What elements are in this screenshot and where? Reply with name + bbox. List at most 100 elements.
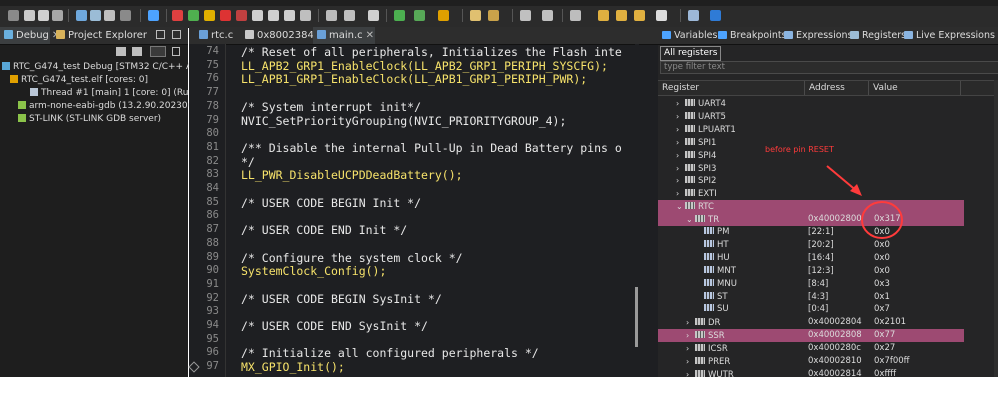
register-row[interactable]: › SPI3 xyxy=(658,162,964,175)
open-element-icon[interactable] xyxy=(488,10,499,21)
chevron-right-icon[interactable]: › xyxy=(686,355,695,368)
register-row[interactable]: › EXTI xyxy=(658,187,964,200)
editor-scroll-thumb[interactable] xyxy=(635,287,638,347)
register-value[interactable]: 0x1 xyxy=(874,291,890,304)
col-address[interactable]: Address xyxy=(805,81,869,95)
chevron-right-icon[interactable]: › xyxy=(686,329,695,342)
info-icon[interactable] xyxy=(710,10,721,21)
register-value[interactable]: 0x77 xyxy=(874,329,895,342)
chevron-right-icon[interactable]: › xyxy=(676,123,685,136)
code-line[interactable]: LL_PWR_DisableUCPDDeadBattery(); xyxy=(241,168,463,182)
register-value[interactable]: 0x3 xyxy=(874,278,890,291)
chevron-right-icon[interactable]: › xyxy=(676,187,685,200)
register-value[interactable]: 0x7 xyxy=(874,303,890,316)
tab-variables[interactable]: Variables xyxy=(662,27,717,44)
code-line[interactable]: LL_APB1_GRP1_EnableClock(LL_APB1_GRP1_PE… xyxy=(241,72,587,86)
run-icon[interactable] xyxy=(414,10,425,21)
forward-icon[interactable] xyxy=(656,10,667,21)
register-value[interactable]: 0x2101 xyxy=(874,316,906,329)
tab-disassembly[interactable]: 0x8002384 xyxy=(241,27,314,44)
code-line[interactable]: LL_APB2_GRP1_EnableClock(LL_APB2_GRP1_PE… xyxy=(241,59,608,73)
suspend-icon[interactable] xyxy=(204,10,215,21)
register-row[interactable]: MNU [8:4] 0x3 xyxy=(658,278,964,291)
register-row[interactable]: ⌄ RTC xyxy=(658,200,964,214)
settings-icon[interactable] xyxy=(132,47,142,56)
register-row[interactable]: › PRER 0x40002810 0x7f00ff xyxy=(658,355,964,368)
chevron-down-icon[interactable]: ⌄ xyxy=(676,200,685,213)
minimize-icon[interactable] xyxy=(156,30,165,39)
all-registers-tab[interactable]: All registers xyxy=(660,46,722,61)
chevron-right-icon[interactable]: › xyxy=(686,342,695,355)
close-icon[interactable]: ✕ xyxy=(366,30,374,41)
code-line[interactable]: MX_GPIO_Init(); xyxy=(241,360,345,374)
terminate-relaunch-icon[interactable] xyxy=(172,10,183,21)
save-all-icon[interactable] xyxy=(52,10,63,21)
debug-launch-item[interactable]: RTC_G474_test Debug [STM32 C/C++ Appli xyxy=(2,61,209,73)
restart-icon[interactable] xyxy=(326,10,337,21)
register-row[interactable]: › LPUART1 xyxy=(658,123,964,136)
tab-main-c[interactable]: main.c ✕ xyxy=(313,27,375,44)
build-all-icon[interactable] xyxy=(90,10,101,21)
code-line[interactable]: NVIC_SetPriorityGrouping(NVIC_PRIORITYGR… xyxy=(241,114,566,128)
register-row[interactable]: PM [22:1] 0x0 xyxy=(658,226,964,239)
skip-breakpoints-icon[interactable] xyxy=(148,10,159,21)
step-over-icon[interactable] xyxy=(268,10,279,21)
instruction-step-icon[interactable] xyxy=(300,10,311,21)
disconnect-icon[interactable] xyxy=(236,10,247,21)
register-value[interactable]: 0x27 xyxy=(874,342,895,355)
chevron-down-icon[interactable]: ⌄ xyxy=(686,213,695,226)
register-row[interactable]: HT [20:2] 0x0 xyxy=(658,239,964,252)
register-value[interactable]: 0x7f00ff xyxy=(874,355,910,368)
chevron-right-icon[interactable]: › xyxy=(676,110,685,123)
maximize-icon[interactable] xyxy=(172,30,181,39)
debug-stlink-item[interactable]: ST-LINK (ST-LINK GDB server) xyxy=(18,113,161,125)
step-into-icon[interactable] xyxy=(252,10,263,21)
register-row[interactable]: MNT [12:3] 0x0 xyxy=(658,265,964,278)
toggle-mark-icon[interactable] xyxy=(520,10,531,21)
debug-config-icon[interactable] xyxy=(120,10,131,21)
register-row[interactable]: › SPI2 xyxy=(658,174,964,187)
external-tools-icon[interactable] xyxy=(438,10,449,21)
tab-project-explorer[interactable]: Project Explorer xyxy=(52,27,147,44)
register-value[interactable]: 0x317 xyxy=(874,213,901,226)
register-row[interactable]: ST [4:3] 0x1 xyxy=(658,291,964,304)
register-scrollbar[interactable] xyxy=(994,80,998,377)
run-dropdown-icon[interactable] xyxy=(8,10,19,21)
forward-edit-icon[interactable] xyxy=(616,10,627,21)
register-value[interactable]: 0x0 xyxy=(874,265,890,278)
build-icon[interactable] xyxy=(76,10,87,21)
new-icon[interactable] xyxy=(24,10,35,21)
perspective-icon[interactable] xyxy=(688,10,699,21)
save-icon[interactable] xyxy=(38,10,49,21)
register-row[interactable]: HU [16:4] 0x0 xyxy=(658,252,964,265)
view-menu-icon[interactable] xyxy=(172,47,180,56)
filter-input[interactable]: type filter text xyxy=(660,61,998,74)
register-row[interactable]: › ICSR 0x4000280c 0x27 xyxy=(658,342,964,355)
register-row[interactable]: › DR 0x40002804 0x2101 xyxy=(658,316,964,329)
back-icon[interactable] xyxy=(598,10,609,21)
code-line[interactable]: /* Initialize all configured peripherals… xyxy=(241,346,539,360)
tab-debug[interactable]: Debug✕ xyxy=(0,27,60,44)
annotation-nav-icon[interactable] xyxy=(542,10,553,21)
register-row[interactable]: ⌄ TR 0x40002800 0x317 xyxy=(658,213,964,227)
chevron-right-icon[interactable]: › xyxy=(676,97,685,110)
chevron-right-icon[interactable]: › xyxy=(676,149,685,162)
step-return-icon[interactable] xyxy=(284,10,295,21)
clean-icon[interactable] xyxy=(104,10,115,21)
resume-icon[interactable] xyxy=(188,10,199,21)
step-filter-icon[interactable] xyxy=(150,46,166,57)
col-value[interactable]: Value xyxy=(869,81,961,95)
register-value[interactable]: 0x0 xyxy=(874,226,890,239)
code-line[interactable]: /* Reset of all peripherals, Initializes… xyxy=(241,45,622,59)
debug-thread-item[interactable]: Thread #1 [main] 1 [core: 0] (Running xyxy=(30,87,214,99)
tab-registers[interactable]: Registers xyxy=(850,27,906,44)
code-line[interactable]: /* Configure the system clock */ xyxy=(241,251,463,265)
chevron-right-icon[interactable]: › xyxy=(676,136,685,149)
reset-chip-icon[interactable] xyxy=(344,10,355,21)
code-line[interactable]: /** Disable the internal Pull-Up in Dead… xyxy=(241,141,622,155)
pin-editor-icon[interactable] xyxy=(570,10,581,21)
register-row[interactable]: › UART5 xyxy=(658,110,964,123)
terminate-icon[interactable] xyxy=(220,10,231,21)
debug-elf-item[interactable]: RTC_G474_test.elf [cores: 0] xyxy=(10,74,148,86)
code-line[interactable]: /* USER CODE BEGIN Init */ xyxy=(241,196,421,210)
